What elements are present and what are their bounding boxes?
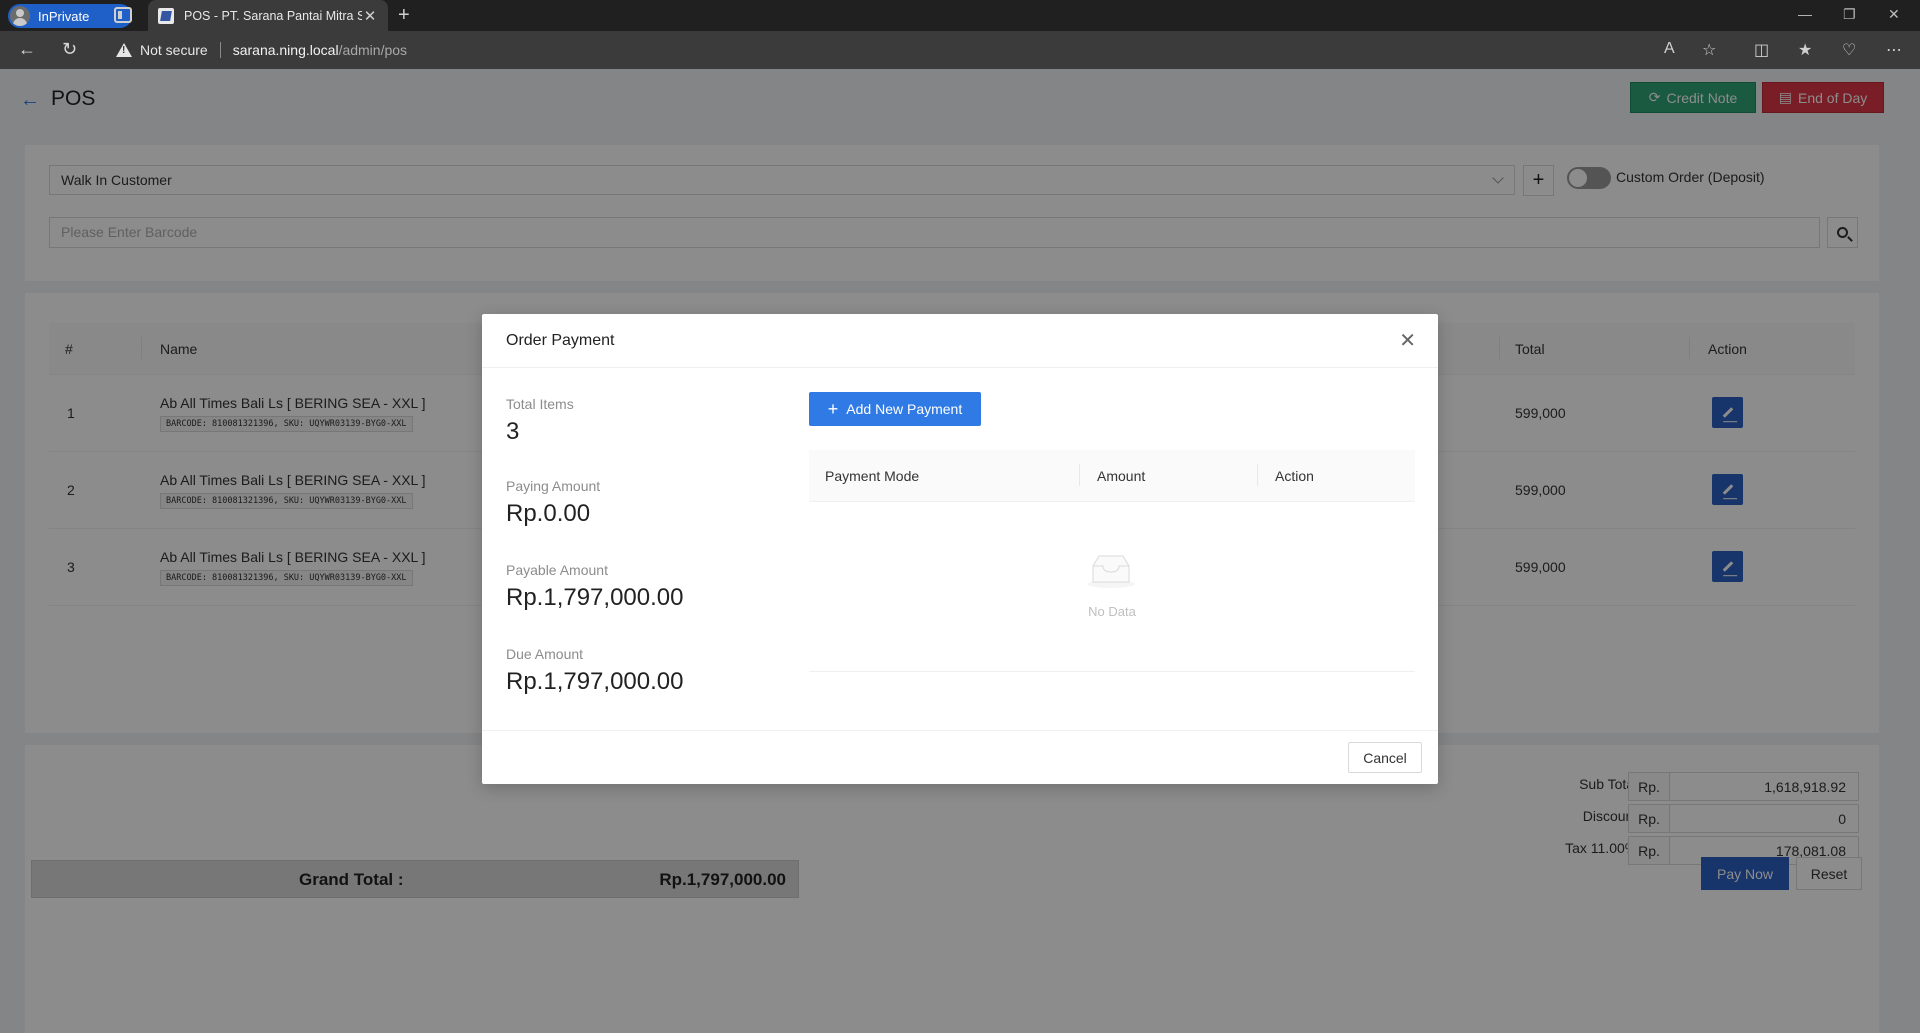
- column-divider: [1257, 464, 1258, 486]
- new-tab-icon[interactable]: +: [398, 4, 410, 27]
- split-screen-icon[interactable]: ◫: [1754, 40, 1769, 60]
- paying-amount-value: Rp.0.00: [506, 500, 591, 527]
- modal-footer: Cancel: [482, 730, 1438, 784]
- read-aloud-icon[interactable]: A: [1664, 40, 1675, 58]
- cancel-button[interactable]: Cancel: [1348, 742, 1422, 773]
- browser-essentials-icon[interactable]: ♡: [1842, 40, 1856, 60]
- add-new-payment-button[interactable]: + Add New Payment: [809, 392, 981, 426]
- paying-amount-label: Paying Amount: [506, 478, 601, 494]
- refresh-icon[interactable]: ↻: [62, 39, 77, 60]
- window-close-icon[interactable]: ✕: [1888, 6, 1900, 23]
- add-new-payment-label: Add New Payment: [846, 401, 963, 417]
- browser-address-bar: ← ↻ Not secure sarana.ning.local /admin/…: [0, 31, 1920, 69]
- total-items-label: Total Items: [506, 396, 574, 412]
- more-menu-icon[interactable]: ⋯: [1886, 40, 1902, 60]
- column-header-payment-mode: Payment Mode: [825, 468, 920, 484]
- empty-inbox-icon: [1087, 555, 1135, 588]
- favorite-star-icon[interactable]: ☆: [1702, 40, 1716, 60]
- url-host: sarana.ning.local: [232, 42, 339, 58]
- due-amount-value: Rp.1,797,000.00: [506, 668, 684, 695]
- url-bar[interactable]: Not secure sarana.ning.local /admin/pos: [106, 36, 1666, 64]
- minimize-icon[interactable]: —: [1798, 6, 1812, 22]
- total-items-value: 3: [506, 418, 520, 445]
- modal-title: Order Payment: [506, 332, 615, 349]
- due-amount-label: Due Amount: [506, 646, 584, 662]
- modal-header: Order Payment ✕: [482, 314, 1438, 368]
- browser-tabbar: InPrivate POS - PT. Sarana Pantai Mitra …: [0, 0, 1920, 31]
- warning-icon: [116, 43, 132, 57]
- back-icon[interactable]: ←: [18, 39, 36, 60]
- workspaces-icon[interactable]: [114, 7, 132, 23]
- url-path: /admin/pos: [338, 42, 408, 58]
- restore-icon[interactable]: ❐: [1843, 6, 1856, 23]
- profile-avatar-icon: [10, 6, 30, 26]
- browser-tab-active[interactable]: POS - PT. Sarana Pantai Mitra Se ✕: [148, 0, 388, 31]
- site-favicon-icon: [158, 7, 174, 24]
- inprivate-label: InPrivate: [38, 8, 90, 24]
- security-label: Not secure: [140, 42, 208, 58]
- column-header-amount: Amount: [1097, 468, 1146, 484]
- payable-amount-label: Payable Amount: [506, 562, 608, 578]
- payable-amount-value: Rp.1,797,000.00: [506, 584, 684, 611]
- empty-text: No Data: [1088, 604, 1136, 619]
- column-header-action: Action: [1275, 468, 1314, 484]
- payment-table-header: Payment Mode Amount Action: [809, 450, 1415, 502]
- close-icon[interactable]: ✕: [1399, 328, 1416, 353]
- tab-close-icon[interactable]: ✕: [362, 7, 378, 25]
- plus-icon: +: [827, 399, 839, 419]
- column-divider: [1079, 464, 1080, 486]
- url-separator: [219, 42, 221, 58]
- tab-title: POS - PT. Sarana Pantai Mitra Se: [184, 8, 362, 23]
- payment-table-empty: No Data: [809, 502, 1415, 672]
- order-payment-modal: Order Payment ✕ Total Items 3 Paying Amo…: [482, 314, 1438, 784]
- favorites-icon[interactable]: ★: [1798, 40, 1812, 60]
